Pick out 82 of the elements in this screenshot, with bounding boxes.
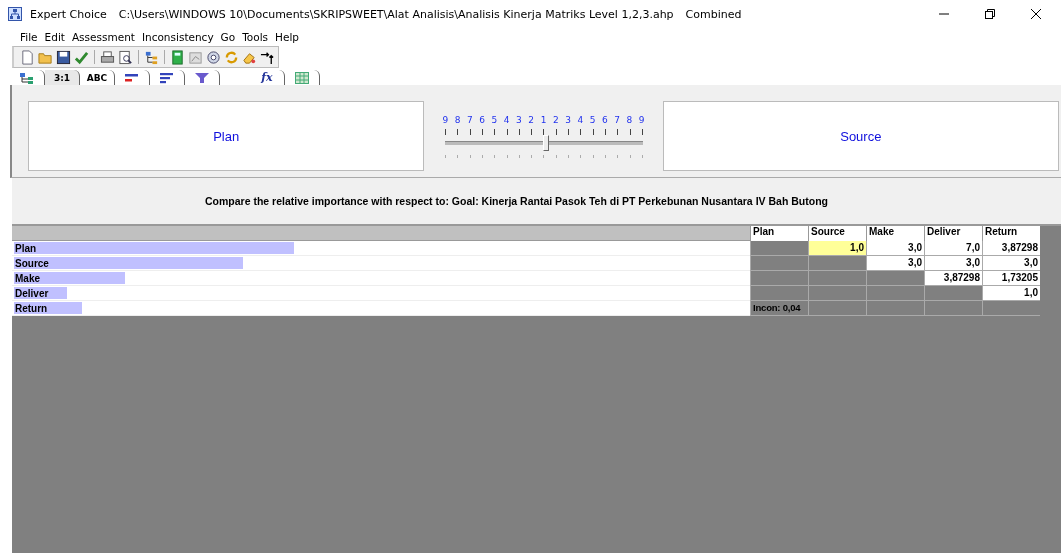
left-element-box[interactable]: Plan xyxy=(28,101,425,171)
right-element-box[interactable]: Source xyxy=(662,101,1059,171)
restore-icon[interactable] xyxy=(985,9,995,19)
gear-icon[interactable] xyxy=(206,49,221,65)
disabled-cell xyxy=(924,301,982,316)
disabled-cell xyxy=(808,301,866,316)
bars-icon xyxy=(124,71,140,84)
row-label: Plan xyxy=(14,242,37,254)
judgment-cell[interactable]: 3,87298 xyxy=(924,271,982,286)
scale-number: 8 xyxy=(626,114,633,125)
scale-number: 2 xyxy=(552,114,559,125)
row-label: Return xyxy=(14,302,48,314)
row-label: Deliver xyxy=(14,287,49,299)
scale-number: 6 xyxy=(479,114,486,125)
disabled-cell xyxy=(808,286,866,301)
compare-prompt: Compare the relative importance with respect to: Goal: Kinerja Rantai Pasok Teh di PT Perkebunan Nusantara IV Bah Butong xyxy=(205,195,829,207)
app-title: Expert Choice xyxy=(30,7,107,21)
disabled-cell xyxy=(750,256,808,271)
scale-number: 6 xyxy=(601,114,608,125)
disabled-cell xyxy=(750,286,808,301)
scale-number: 8 xyxy=(454,114,461,125)
disabled-cell xyxy=(982,301,1040,316)
scale-number: 1 xyxy=(540,114,547,125)
disabled-cell xyxy=(924,286,982,301)
menu-item[interactable]: Edit xyxy=(44,31,65,43)
row-label: Source xyxy=(14,257,49,269)
disabled-cell xyxy=(808,271,866,286)
grid-icon xyxy=(294,71,310,84)
column-header: Make xyxy=(866,226,924,241)
disabled-cell xyxy=(750,271,808,286)
tree-icon xyxy=(19,71,35,84)
tree-icon[interactable] xyxy=(144,49,159,65)
row-label: Make xyxy=(14,272,40,284)
disabled-cell xyxy=(750,241,808,256)
judgment-cell[interactable]: 1,0 xyxy=(808,241,866,256)
scale-number: 3 xyxy=(565,114,571,125)
new-file-icon[interactable] xyxy=(20,49,35,65)
disabled-cell xyxy=(866,286,924,301)
column-header: Source xyxy=(808,226,866,241)
scale-number: 7 xyxy=(614,114,620,125)
inconsistency-ratio: Incon: 0,04 xyxy=(750,301,808,316)
column-header: Deliver xyxy=(924,226,982,241)
app-icon xyxy=(8,7,22,21)
print-preview-icon[interactable] xyxy=(118,49,133,65)
scale-number: 4 xyxy=(503,114,510,125)
file-path: C:\Users\WINDOWS 10\Documents\SKRIPSWEET\Alat Analisis\Analisis Kinerja Matriks Level 1,2,3.ahp xyxy=(118,7,674,21)
judgment-cell[interactable]: 1,0 xyxy=(982,286,1040,301)
disabled-cell xyxy=(808,256,866,271)
menu-item[interactable]: Help xyxy=(275,31,299,43)
scale-number: 5 xyxy=(589,114,596,125)
bars-icon xyxy=(159,71,175,84)
judgment-cell[interactable]: 3,0 xyxy=(982,256,1040,271)
calculator-icon[interactable] xyxy=(170,49,185,65)
scale-number: 7 xyxy=(467,114,473,125)
judgment-cell[interactable]: 3,0 xyxy=(866,241,924,256)
disabled-cell xyxy=(866,271,924,286)
scale-number: 9 xyxy=(442,114,449,125)
menu-item[interactable]: Go xyxy=(220,31,236,43)
scale-number: 3 xyxy=(516,114,522,125)
scale-number: 2 xyxy=(528,114,535,125)
judgment-cell[interactable]: 3,0 xyxy=(924,256,982,271)
check-icon[interactable] xyxy=(74,49,89,65)
close-icon[interactable] xyxy=(1031,9,1041,19)
judgment-cell[interactable]: 3,87298 xyxy=(982,241,1040,256)
slider-thumb[interactable] xyxy=(543,134,550,151)
column-header: Plan xyxy=(750,226,808,241)
judgment-cell[interactable]: 7,0 xyxy=(924,241,982,256)
printer-icon[interactable] xyxy=(100,49,115,65)
save-icon[interactable] xyxy=(56,49,71,65)
menu-item[interactable]: File xyxy=(20,31,38,43)
judgment-cell[interactable]: 1,73205 xyxy=(982,271,1040,286)
menu-item[interactable]: Assessment xyxy=(71,31,135,43)
menu-item[interactable]: Tools xyxy=(242,31,269,43)
view-tab[interactable]: 3:1 xyxy=(45,70,80,85)
view-mode: Combined xyxy=(685,7,742,21)
menu-item[interactable]: Inconsistency xyxy=(141,31,214,43)
disabled-cell xyxy=(866,301,924,316)
scale-number: 4 xyxy=(577,114,584,125)
column-header: Return xyxy=(982,226,1040,241)
scale-number: 5 xyxy=(491,114,498,125)
judgment-cell[interactable]: 3,0 xyxy=(866,256,924,271)
scale-number: 9 xyxy=(638,114,645,125)
